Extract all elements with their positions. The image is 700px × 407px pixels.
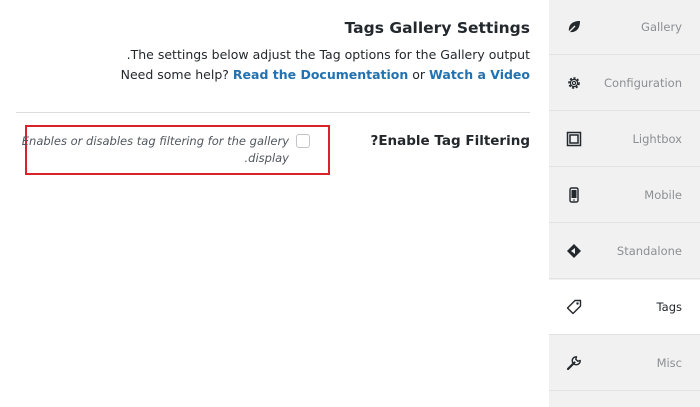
lightbox-icon — [565, 130, 583, 148]
tab-tags[interactable]: Tags — [549, 280, 700, 335]
settings-description: The settings below adjust the Tag option… — [126, 47, 530, 62]
help-prefix: Need some help? — [120, 67, 229, 82]
enable-tag-filtering-checkbox[interactable] — [296, 134, 310, 148]
or-text: or — [412, 67, 426, 82]
tab-lightbox[interactable]: Lightbox — [549, 112, 700, 167]
tab-label-gallery: Gallery — [641, 20, 682, 34]
help-line: Need some help? Read the Documentation o… — [121, 67, 530, 82]
wrench-icon — [565, 354, 583, 372]
tab-label-tags: Tags — [656, 300, 682, 314]
field-label: Enable Tag Filtering? — [370, 133, 530, 149]
tab-label-mobile: Mobile — [644, 188, 682, 202]
mobile-icon — [565, 186, 583, 204]
gear-icon — [565, 74, 583, 92]
field-help-text: Enables or disables tag filtering for th… — [21, 133, 290, 167]
help-text-line-2: display. — [244, 151, 290, 165]
standalone-icon — [565, 242, 583, 260]
video-link[interactable]: Watch a Video — [429, 67, 530, 82]
tab-gallery[interactable]: Gallery — [549, 0, 700, 55]
settings-panel: Tags Gallery Settings The settings below… — [0, 0, 549, 407]
tab-label-lightbox: Lightbox — [632, 132, 683, 146]
tab-label-standalone: Standalone — [616, 244, 682, 258]
page-title: Tags Gallery Settings — [344, 19, 530, 37]
tab-misc[interactable]: Misc — [549, 336, 700, 391]
divider — [16, 112, 530, 113]
tab-label-misc: Misc — [656, 356, 682, 370]
leaf-icon — [565, 18, 583, 36]
tab-mobile[interactable]: Mobile — [549, 168, 700, 223]
help-text-line-1: Enables or disables tag filtering for th… — [21, 134, 289, 148]
tab-configuration[interactable]: Configuration — [549, 56, 700, 111]
tab-standalone[interactable]: Standalone — [549, 224, 700, 279]
documentation-link[interactable]: Read the Documentation — [233, 67, 408, 82]
settings-sidebar: Gallery Configuration Lightbox Mobile St… — [549, 0, 700, 407]
tag-icon — [565, 298, 583, 316]
tab-label-configuration: Configuration — [604, 76, 682, 90]
